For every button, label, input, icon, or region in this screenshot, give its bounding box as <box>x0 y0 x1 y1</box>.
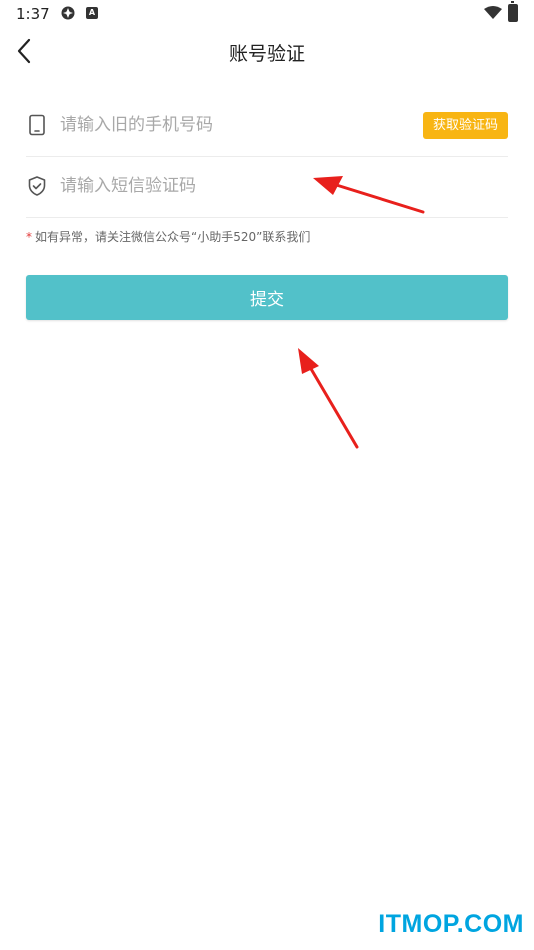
code-field-row <box>26 157 508 218</box>
wifi-icon <box>484 6 502 19</box>
phone-input[interactable] <box>60 110 360 140</box>
annotation-arrow-to-submit <box>298 348 359 449</box>
phone-icon <box>29 114 45 136</box>
battery-icon <box>508 1 518 22</box>
page-title: 账号验证 <box>228 43 305 65</box>
notice-message: 如有异常，请关注微信公众号“小助手520”联系我们 <box>35 230 311 244</box>
watermark: ITMOP.COM <box>378 910 524 938</box>
notice-text: * 如有异常，请关注微信公众号“小助手520”联系我们 <box>26 228 310 245</box>
shield-check-icon <box>28 176 46 196</box>
phone-field-row: 获取验证码 <box>26 96 508 157</box>
notice-star: * <box>26 230 32 244</box>
status-bar: 1:37 A <box>0 0 534 28</box>
gear-status-icon <box>61 6 75 20</box>
get-code-button[interactable]: 获取验证码 <box>422 112 508 139</box>
sms-code-input[interactable] <box>60 171 360 201</box>
nav-bar: 账号验证 <box>0 28 534 74</box>
submit-button[interactable]: 提交 <box>26 275 508 320</box>
status-time: 1:37 <box>16 5 50 23</box>
a-status-icon: A <box>86 7 98 19</box>
